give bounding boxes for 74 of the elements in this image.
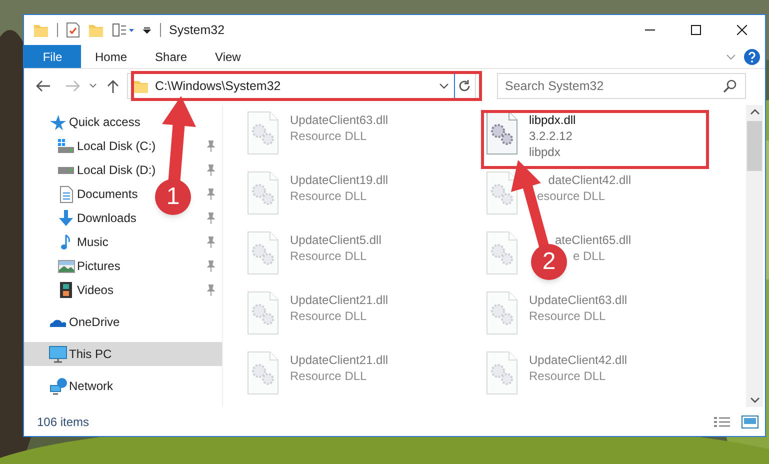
sidebar-item[interactable]: Music	[77, 233, 108, 251]
sidebar-item[interactable]: Documents	[77, 185, 138, 203]
view-list-icon[interactable]	[112, 22, 136, 38]
sidebar-item[interactable]: Local Disk (C:)	[77, 137, 156, 155]
film-icon	[60, 282, 72, 298]
file-detail: Resource DLL	[290, 248, 367, 264]
pin-icon[interactable]	[206, 188, 216, 200]
file-detail: 3.2.2.12	[529, 128, 572, 144]
back-icon[interactable]	[34, 78, 52, 94]
up-icon[interactable]	[105, 78, 121, 94]
item-count: 106 items	[37, 414, 90, 430]
ribbon-tab[interactable]: View	[201, 45, 255, 68]
details-view-icon[interactable]	[713, 414, 731, 428]
search-field[interactable]: Search System32	[497, 73, 746, 99]
folder-icon[interactable]	[33, 22, 49, 38]
file-name[interactable]: UpdateClient19.dll	[290, 172, 388, 188]
music-note-icon	[61, 234, 71, 250]
file-detail: Resource DLL	[290, 128, 367, 144]
new-folder-icon[interactable]	[88, 22, 104, 38]
window-title: System32	[169, 22, 225, 39]
file-detail: Resource DLL	[290, 308, 367, 324]
pin-icon[interactable]	[206, 284, 216, 296]
drive-icon	[58, 139, 74, 153]
monitor-icon	[49, 346, 67, 362]
file-name[interactable]: UpdateClient63.dll	[529, 292, 628, 308]
sidebar-item[interactable]: Pictures	[77, 257, 120, 275]
file-name[interactable]: UpdateClient63.dll	[290, 112, 388, 128]
scrollbar-thumb[interactable]	[747, 121, 762, 171]
folder-icon	[133, 78, 149, 94]
pin-icon[interactable]	[206, 164, 216, 176]
sidebar-item[interactable]: Quick access	[69, 113, 140, 131]
file-name[interactable]: dateClient42.dll	[548, 172, 631, 188]
ribbon-tab[interactable]: File	[24, 45, 81, 68]
file-detail: esource DLL	[536, 188, 605, 204]
scrollbar[interactable]	[746, 105, 763, 407]
file-name[interactable]: UpdateClient42.dll	[529, 352, 628, 368]
pin-icon[interactable]	[206, 236, 216, 248]
forward-icon[interactable]	[64, 78, 82, 94]
download-icon	[59, 210, 73, 226]
sidebar-item[interactable]: This PC	[69, 345, 112, 363]
properties-icon[interactable]	[66, 22, 80, 38]
file-detail: Resource DLL	[529, 308, 606, 324]
star-icon	[50, 114, 66, 130]
close-icon[interactable]	[737, 25, 747, 35]
file-detail: Resource DLL	[290, 368, 367, 384]
file-name[interactable]: UpdateClient5.dll	[290, 232, 382, 248]
document-icon	[60, 186, 72, 202]
search-icon[interactable]	[723, 79, 737, 93]
maximize-icon[interactable]	[691, 25, 701, 35]
minimize-icon[interactable]	[645, 29, 655, 31]
sidebar-item[interactable]: Downloads	[77, 209, 136, 227]
address-path: C:\Windows\System32	[155, 78, 281, 95]
file-detail: libpdx	[529, 144, 560, 160]
cloud-icon	[50, 318, 66, 326]
sidebar-item[interactable]: Network	[69, 377, 114, 395]
large-icons-view-icon[interactable]	[741, 414, 759, 428]
sidebar-item[interactable]: Local Disk (D:)	[77, 161, 156, 179]
drive-icon	[58, 166, 74, 174]
pin-icon[interactable]	[206, 212, 216, 224]
sidebar-item[interactable]: OneDrive	[69, 313, 120, 331]
file-detail: e DLL	[572, 248, 605, 264]
file-name[interactable]: UpdateClient21.dll	[290, 352, 388, 368]
settings-file-icon[interactable]	[485, 111, 519, 155]
file-detail: Resource DLL	[290, 188, 367, 204]
network-icon	[50, 378, 66, 394]
file-name[interactable]: libpdx.dll	[529, 112, 576, 128]
file-name[interactable]: UpdateClient21.dll	[290, 292, 388, 308]
picture-icon	[58, 260, 74, 272]
ribbon-tab[interactable]: Share	[141, 45, 202, 68]
sidebar-item[interactable]: Videos	[77, 281, 114, 299]
file-detail: Resource DLL	[529, 368, 606, 384]
pin-icon[interactable]	[206, 140, 216, 152]
pin-icon[interactable]	[206, 260, 216, 272]
ribbon-tab[interactable]: Home	[81, 45, 142, 68]
